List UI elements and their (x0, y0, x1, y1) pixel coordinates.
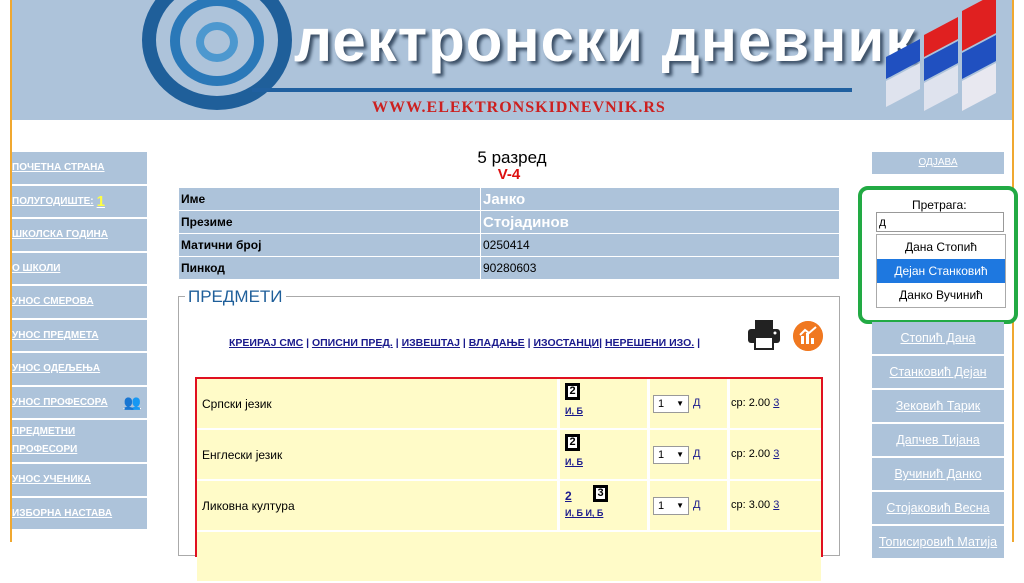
title-underline (252, 88, 852, 92)
student-info-table: Име Јанко Презиме Стојадинов Матични број 0… (178, 187, 840, 280)
absences-link[interactable]: ИЗОСТАНЦИ (533, 337, 599, 349)
ib-links[interactable]: И, Б И, Б (565, 508, 603, 518)
student-name-link[interactable]: Стојаковић Весна (872, 492, 1004, 524)
subject-name: Енглески језик (202, 448, 283, 462)
semester-value: 1 (96, 192, 105, 210)
subjects-legend: ПРЕДМЕТИ (185, 287, 286, 307)
main-content: 5 разред V-4 Име Јанко Презиме Стојадинов … (178, 148, 840, 583)
sidebar-item-majors[interactable]: УНОС СМЕРОВА (12, 286, 147, 320)
header-banner: лектронски дневник WWW.ELEKTRONSKIDNEVNI… (12, 0, 1012, 120)
average: ср: 2.00 3 (731, 448, 780, 460)
d-link[interactable]: Д (693, 448, 700, 460)
average: ср: 2.00 3 (731, 397, 780, 409)
sidebar-item-label: УНОС СМЕРОВА (12, 296, 94, 308)
sidebar-item-teachers[interactable]: УНОС ПРОФЕСОРА 👥 (12, 386, 147, 420)
behavior-link[interactable]: ВЛАДАЊЕ (469, 337, 525, 349)
grade-select[interactable]: 1 ▼ (653, 395, 689, 413)
sidebar-item-subjects[interactable]: УНОС ПРЕДМЕТА (12, 319, 147, 353)
subjects-toolbar: КРЕИРАЈ СМС | ОПИСНИ ПРЕД. | ИЗВЕШТАЈ | … (229, 337, 701, 349)
sidebar-item-label: ШКОЛСКА ГОДИНА (12, 229, 108, 241)
report-link[interactable]: ИЗВЕШТАЈ (402, 337, 460, 349)
suggestion-item-selected[interactable]: Дејан Станковић (877, 259, 1005, 283)
grade-box[interactable]: 3 (593, 485, 608, 502)
student-name-link[interactable]: Вучинић Данко (872, 458, 1004, 490)
average-link[interactable]: 3 (773, 397, 779, 409)
grade-box[interactable]: 2 (565, 383, 580, 400)
sidebar-item-label: УНОС УЧЕНИКА (12, 474, 91, 486)
ib-links[interactable]: И, Б (565, 457, 583, 467)
sidebar-item-label: УНОС ПРЕДМЕТА (12, 329, 99, 341)
student-name-link[interactable]: Зековић Тарик (872, 390, 1004, 422)
subject-name: Ликовна култура (202, 499, 295, 513)
users-icon: 👥 (123, 393, 141, 410)
sidebar-item-label: УНОС ОДЕЉЕЊА (12, 363, 101, 375)
sidebar-item-classes[interactable]: УНОС ОДЕЉЕЊА (12, 353, 147, 387)
descriptive-link[interactable]: ОПИСНИ ПРЕД. (312, 337, 393, 349)
chart-icon[interactable] (793, 321, 823, 351)
logout-button[interactable]: ОДЈАВА (872, 152, 1004, 174)
student-name-link[interactable]: Стопић Дана (872, 322, 1004, 354)
student-name-list: Стопић Дана Станковић Дејан Зековић Тари… (872, 322, 1004, 560)
student-name-link[interactable]: Станковић Дејан (872, 356, 1004, 388)
sidebar-item-home[interactable]: ПОЧЕТНА СТРАНА (12, 152, 147, 186)
search-suggestions: Дана Стопић Дејан Станковић Данко Вучини… (876, 234, 1006, 308)
sidebar-item-subject-teachers[interactable]: ПРЕДМЕТНИ ПРОФЕСОРИ (12, 420, 147, 464)
subject-row: Српски језик 2 И, Б 1 ▼ Д ср: 2.00 3 (197, 379, 821, 430)
create-sms-link[interactable]: КРЕИРАЈ СМС (229, 337, 303, 349)
site-title: лектронски дневник (294, 7, 917, 74)
ib-links[interactable]: И, Б (565, 406, 583, 416)
table-row: Пинкод 90280603 (178, 256, 840, 280)
class-label: V-4 (497, 166, 521, 183)
average-link[interactable]: 3 (773, 499, 779, 511)
student-name-link[interactable]: Дапчев Тијана (872, 424, 1004, 456)
average-link[interactable]: 3 (773, 448, 779, 460)
sidebar-item-students[interactable]: УНОС УЧЕНИКА (12, 464, 147, 498)
table-row: Презиме Стојадинов (178, 210, 840, 234)
subject-name: Српски језик (202, 397, 272, 411)
sidebar-item-label: ПРЕДМЕТНИ ПРОФЕСОРИ (12, 426, 78, 455)
subject-row (197, 532, 821, 583)
sidebar-item-label: О ШКОЛИ (12, 262, 61, 274)
table-row: Име Јанко (178, 187, 840, 211)
d-link[interactable]: Д (693, 397, 700, 409)
sidebar-item-semester[interactable]: ПОЛУГОДИШТЕ: 1 (12, 185, 147, 219)
suggestion-item[interactable]: Данко Вучинић (877, 283, 1005, 307)
grade-box[interactable]: 2 (565, 434, 580, 451)
grade-title: 5 разред (477, 148, 547, 167)
search-label: Претрага: (912, 198, 967, 212)
grade-select[interactable]: 1 ▼ (653, 497, 689, 515)
sidebar-item-label: УНОС ПРОФЕСОРА (12, 396, 108, 408)
printer-icon[interactable] (747, 319, 781, 351)
left-sidebar: ПОЧЕТНА СТРАНА ПОЛУГОДИШТЕ: 1 ШКОЛСКА ГОД… (12, 152, 147, 531)
sidebar-item-school-year[interactable]: ШКОЛСКА ГОДИНА (12, 219, 147, 253)
search-input[interactable]: д (876, 212, 1004, 232)
sidebar-item-about-school[interactable]: О ШКОЛИ (12, 252, 147, 286)
search-panel: Претрага: д Дана Стопић Дејан Станковић … (858, 186, 1018, 324)
table-row: Матични број 0250414 (178, 233, 840, 257)
flag-graphic (880, 0, 1000, 120)
suggestion-item[interactable]: Дана Стопић (877, 235, 1005, 259)
d-link[interactable]: Д (693, 499, 700, 511)
subject-row: Енглески језик 2 И, Б 1 ▼ Д ср: 2.00 3 (197, 430, 821, 481)
subjects-fieldset: ПРЕДМЕТИ КРЕИРАЈ СМС | ОПИСНИ ПРЕД. | ИЗ… (178, 287, 840, 583)
sidebar-item-label: ПОЧЕТНА СТРАНА (12, 162, 105, 174)
unresolved-absences-link[interactable]: НЕРЕШЕНИ ИЗО. (605, 337, 694, 349)
sidebar-item-label: ПОЛУГОДИШТЕ: (12, 195, 94, 207)
sidebar-item-label: ИЗБОРНА НАСТАВА (12, 507, 113, 519)
right-sidebar: ОДЈАВА (872, 152, 1004, 174)
grade-plain[interactable]: 2 (565, 489, 572, 503)
sidebar-item-electives[interactable]: ИЗБОРНА НАСТАВА (12, 497, 147, 531)
grade-select[interactable]: 1 ▼ (653, 446, 689, 464)
subject-row: Ликовна култура 2 3 И, Б И, Б 1 ▼ Д ср: 3… (197, 481, 821, 532)
subjects-list: Српски језик 2 И, Б 1 ▼ Д ср: 2.00 3 Енгл… (195, 377, 823, 583)
site-url: WWW.ELEKTRONSKIDNEVNIK.RS (372, 99, 666, 116)
logo-spiral-core (196, 22, 238, 62)
student-name-link[interactable]: Тописировић Матија (872, 526, 1004, 558)
average: ср: 3.00 3 (731, 499, 780, 511)
